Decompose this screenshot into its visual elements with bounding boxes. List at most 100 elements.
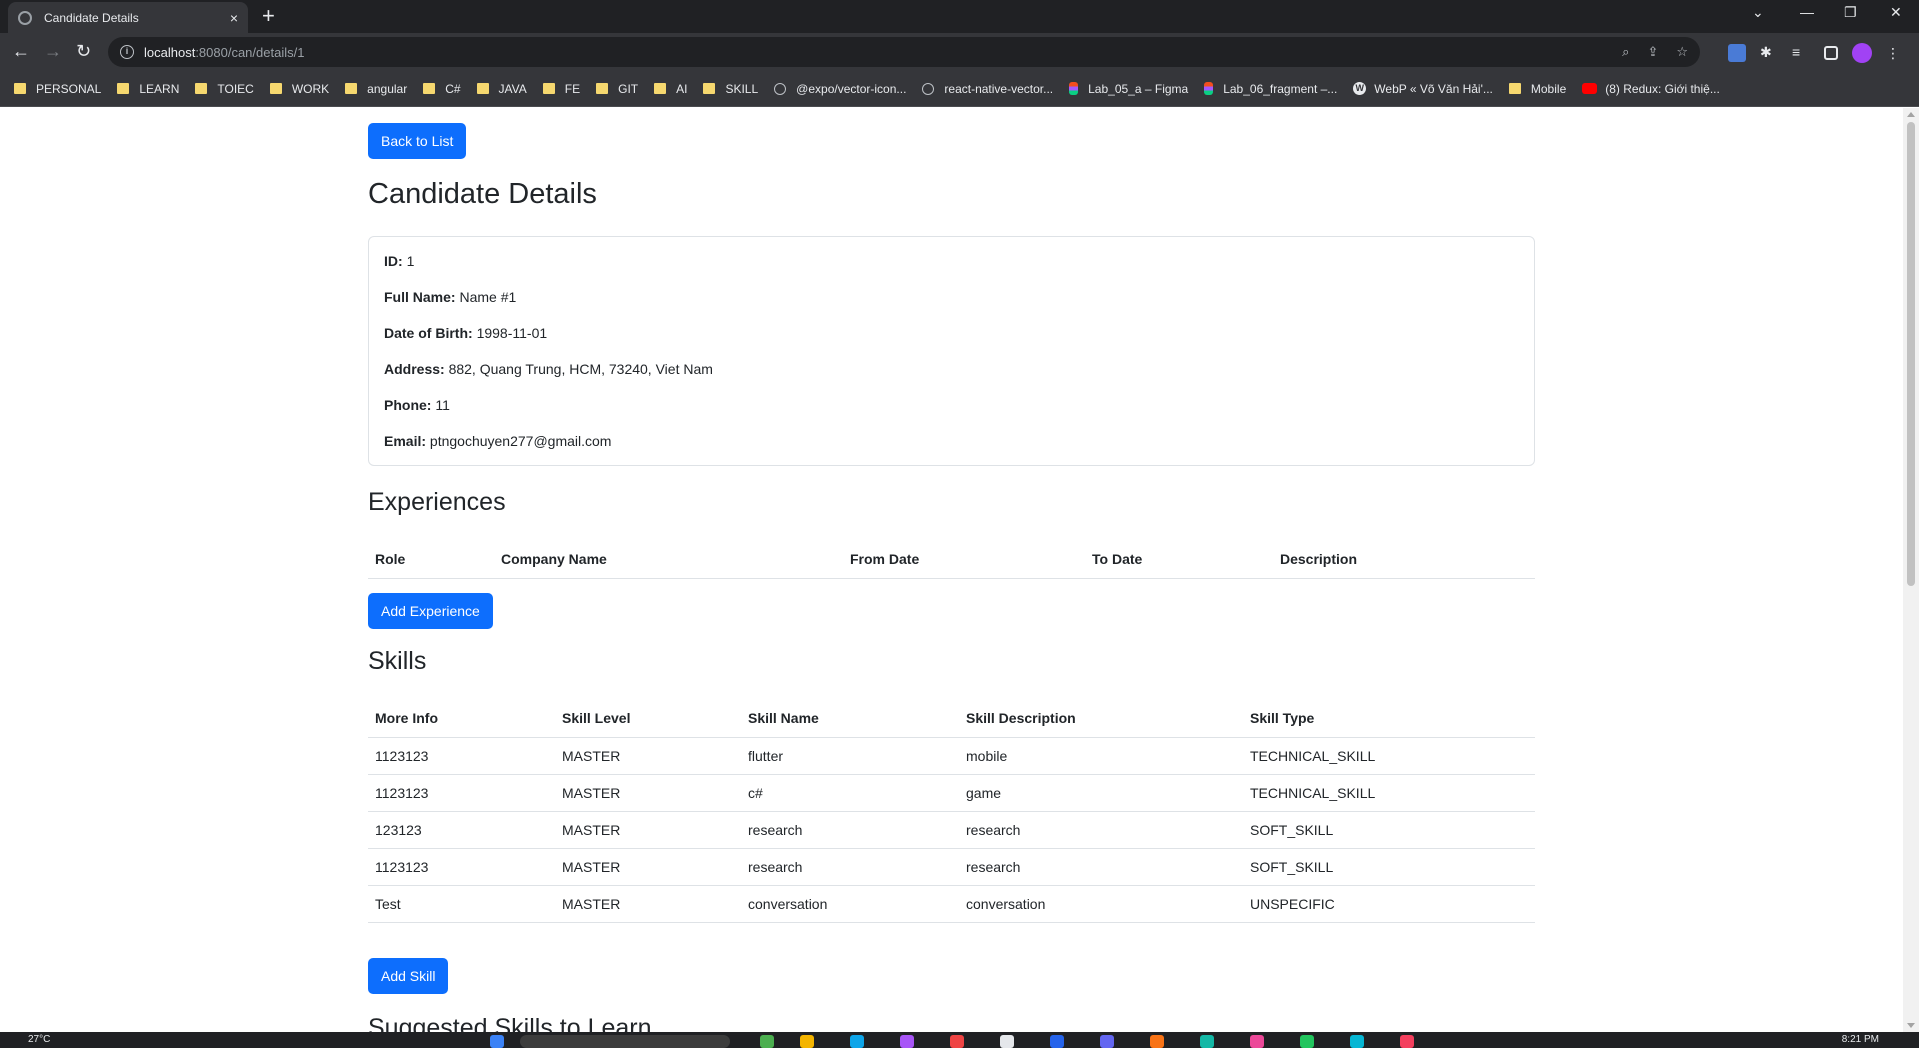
detail-field: Email: ptngochuyen277@gmail.com [384, 433, 1519, 469]
back-arrow-icon[interactable]: ← [12, 41, 30, 61]
wordpress-icon: W [1353, 82, 1367, 95]
minimize-icon[interactable]: — [1800, 4, 1814, 20]
add-experience-button[interactable]: Add Experience [368, 593, 493, 629]
side-panel-icon[interactable] [1824, 46, 1838, 60]
bookmark-item[interactable]: JAVA [476, 82, 527, 96]
add-skill-button[interactable]: Add Skill [368, 958, 449, 994]
table-cell: MASTER [555, 774, 741, 812]
bookmark-item[interactable]: Lab_06_fragment –... [1204, 82, 1337, 96]
folder-icon [345, 83, 358, 94]
bookmark-item[interactable]: FE [542, 82, 580, 96]
figma-icon [1069, 82, 1079, 95]
detail-label: Full Name: [384, 289, 456, 305]
page-scrollbar[interactable] [1903, 108, 1919, 1032]
bookmark-item[interactable]: @expo/vector-icon... [774, 82, 906, 96]
taskbar-app-icon[interactable] [950, 1035, 964, 1048]
table-cell: flutter [741, 737, 959, 775]
table-row: Test MASTER conversation conversation UNSPEC… [368, 885, 1535, 923]
scroll-down-arrow-icon[interactable] [1907, 1023, 1915, 1028]
bookmark-item[interactable]: GIT [596, 82, 638, 96]
profile-avatar[interactable] [1852, 43, 1872, 63]
taskbar-app-icon[interactable] [1000, 1035, 1014, 1048]
bookmark-item[interactable]: Lab_05_a – Figma [1069, 82, 1188, 96]
translate-extension-icon[interactable] [1728, 44, 1746, 62]
start-icon[interactable] [490, 1035, 504, 1048]
detail-label: Date of Birth: [384, 325, 473, 341]
bookmark-item[interactable]: TOIEC [195, 82, 254, 96]
table-cell: SOFT_SKILL [1243, 811, 1535, 849]
taskbar-app-icon[interactable] [1300, 1035, 1314, 1048]
bookmark-item[interactable]: Mobile [1508, 82, 1566, 96]
site-info-icon[interactable]: i [120, 45, 134, 59]
back-to-list-button[interactable]: Back to List [368, 123, 467, 159]
taskbar-app-icon[interactable] [1050, 1035, 1064, 1048]
skills-heading: Skills [368, 647, 427, 675]
folder-icon [476, 83, 489, 94]
globe-icon [18, 10, 32, 25]
taskbar-app-icon[interactable] [1150, 1035, 1164, 1048]
table-cell: 1123123 [368, 774, 555, 812]
folder-icon [542, 83, 555, 94]
weather-temperature[interactable]: 27°C [28, 1034, 50, 1045]
url-host: localhost [144, 44, 196, 60]
tab-search-chevron-icon[interactable]: ⌄ [1752, 4, 1764, 21]
taskbar-app-icon[interactable] [1250, 1035, 1264, 1048]
bookmark-item[interactable]: W WebP « Võ Văn Hải'... [1353, 82, 1493, 96]
bookmark-label: react-native-vector... [944, 81, 1054, 96]
experiences-heading: Experiences [368, 488, 506, 516]
url-path: :8080/can/details/1 [195, 44, 305, 60]
table-cell: MASTER [555, 811, 741, 849]
restore-icon[interactable]: ❐ [1844, 4, 1857, 21]
bookmark-item[interactable]: react-native-vector... [922, 82, 1053, 96]
column-header: Skill Type [1243, 700, 1535, 738]
bookmark-item[interactable]: PERSONAL [14, 82, 101, 96]
browser-menu-icon[interactable]: ⋮ [1886, 45, 1900, 62]
address-bar[interactable]: i localhost :8080/can/details/1 ⌕ ⇪ ☆ [108, 37, 1700, 67]
detail-value: 1 [406, 253, 415, 269]
media-control-icon[interactable]: ≡ [1792, 44, 1810, 62]
taskbar-app-icon[interactable] [1350, 1035, 1364, 1048]
active-tab[interactable]: Candidate Details × [8, 2, 248, 33]
scroll-up-arrow-icon[interactable] [1907, 112, 1915, 117]
bookmark-label: SKILL [725, 81, 759, 96]
bookmark-label: angular [367, 81, 408, 96]
taskbar-app-icon[interactable] [1400, 1035, 1414, 1048]
taskbar-app-icon[interactable] [1200, 1035, 1214, 1048]
bookmark-item[interactable]: C# [423, 82, 461, 96]
figma-icon [1204, 82, 1214, 95]
table-cell: Test [368, 885, 555, 923]
bookmark-label: GIT [618, 81, 639, 96]
detail-field: Phone: 11 [384, 397, 1519, 433]
clock[interactable]: 8:21 PM [1842, 1034, 1879, 1045]
bookmark-star-icon[interactable]: ☆ [1676, 44, 1688, 60]
vscode-taskbar-icon[interactable] [850, 1035, 864, 1048]
bookmark-label: Lab_05_a – Figma [1088, 81, 1189, 96]
youtube-icon [1582, 83, 1598, 94]
table-cell: research [741, 848, 959, 886]
share-icon[interactable]: ⇪ [1647, 44, 1658, 60]
close-tab-icon[interactable]: × [230, 10, 238, 26]
extensions-puzzle-icon[interactable]: ✱ [1760, 44, 1778, 62]
bookmark-item[interactable]: (8) Redux: Giới thiệ... [1582, 82, 1720, 96]
new-tab-button[interactable]: + [262, 4, 275, 28]
bookmark-item[interactable]: angular [345, 82, 407, 96]
table-cell: UNSPECIFIC [1243, 885, 1535, 923]
taskbar-app-icon[interactable] [1100, 1035, 1114, 1048]
detail-field: ID: 1 [384, 253, 1519, 289]
detail-value: 1998-11-01 [476, 325, 548, 341]
scrollbar-thumb[interactable] [1907, 122, 1915, 586]
chrome-taskbar-icon[interactable] [800, 1035, 814, 1048]
bookmark-item[interactable]: WORK [269, 82, 329, 96]
taskbar-app-icon[interactable] [760, 1035, 774, 1048]
taskbar-app-icon[interactable] [900, 1035, 914, 1048]
bookmark-item[interactable]: AI [654, 82, 687, 96]
close-window-icon[interactable]: ✕ [1890, 4, 1902, 21]
bookmark-item[interactable]: LEARN [117, 82, 179, 96]
reload-icon[interactable]: ↻ [76, 41, 91, 61]
taskbar-search-box[interactable] [520, 1035, 730, 1048]
table-cell: conversation [959, 885, 1243, 923]
bookmark-item[interactable]: SKILL [703, 82, 758, 96]
candidate-details-card: ID: 1 Full Name: Name #1 Date of Birth: 19… [368, 236, 1535, 466]
forward-arrow-icon[interactable]: → [44, 41, 62, 61]
zoom-icon[interactable]: ⌕ [1622, 44, 1629, 60]
